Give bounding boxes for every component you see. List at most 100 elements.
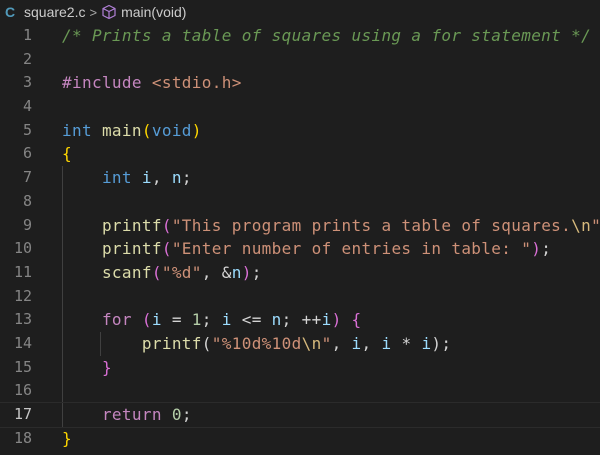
indent-guide xyxy=(62,379,63,403)
line-number: 8 xyxy=(22,191,32,210)
code-token: ( xyxy=(141,120,152,140)
code-token: printf xyxy=(141,333,202,353)
code-line[interactable]: 12 xyxy=(0,284,600,309)
code-token: printf xyxy=(101,239,162,259)
line-number: 14 xyxy=(13,333,32,352)
code-text: scanf("%d", &n); xyxy=(62,261,262,285)
code-token: int xyxy=(62,120,92,140)
code-area[interactable]: 1 /* Prints a table of squares using a fo… xyxy=(0,24,600,450)
code-token: } xyxy=(62,428,72,448)
code-token: ; xyxy=(441,333,452,353)
line-number: 18 xyxy=(13,428,32,447)
code-token: , xyxy=(331,333,352,353)
line-number: 3 xyxy=(22,73,32,92)
breadcrumb-symbol[interactable]: main(void) xyxy=(121,4,186,20)
line-number: 5 xyxy=(22,120,32,139)
code-token: i xyxy=(221,310,232,330)
code-token: ; xyxy=(541,239,552,259)
code-token: ; xyxy=(181,168,192,188)
code-editor[interactable]: C square2.c > main(void) 1/* Prints a ta… xyxy=(0,0,600,455)
line-number: 9 xyxy=(22,215,32,234)
code-token: ( xyxy=(161,239,172,259)
code-token: } xyxy=(101,357,112,377)
code-token: = xyxy=(161,310,192,330)
code-line[interactable]: 17 return 0; xyxy=(0,402,600,428)
code-line[interactable]: 14 printf("%10d%10d\n", i, i * i); xyxy=(0,331,600,356)
code-line[interactable]: 5 int main(void) xyxy=(0,119,600,143)
code-line[interactable]: 1 /* Prints a table of squares using a fo… xyxy=(0,24,600,48)
breadcrumb: C square2.c > main(void) xyxy=(0,0,600,24)
code-token: " xyxy=(321,333,332,353)
code-token: , & xyxy=(201,262,232,282)
code-token: n xyxy=(231,262,242,282)
line-number: 4 xyxy=(22,97,32,116)
code-token: "%d" xyxy=(161,262,202,282)
code-line[interactable]: 7 int i, n; xyxy=(0,166,600,190)
code-token: 0 xyxy=(171,405,182,424)
line-number: 11 xyxy=(13,262,32,281)
code-line[interactable]: 9 printf("This program prints a table of… xyxy=(0,213,600,238)
code-token: ( xyxy=(151,262,162,282)
code-text: int main(void) xyxy=(62,119,202,143)
code-token: \n xyxy=(571,215,592,235)
breadcrumb-separator: > xyxy=(89,4,98,20)
code-token: \n xyxy=(301,333,322,353)
code-token: return xyxy=(101,405,162,424)
code-token: void xyxy=(151,120,192,140)
code-token: ; xyxy=(201,310,222,330)
code-token: scanf xyxy=(101,262,152,282)
code-token: printf xyxy=(101,215,162,235)
code-token: n xyxy=(171,168,182,188)
code-token: ( xyxy=(161,215,172,235)
code-token: * xyxy=(391,333,422,353)
code-token: i xyxy=(321,310,332,330)
line-number: 10 xyxy=(13,239,32,258)
code-token: ) xyxy=(191,120,202,140)
code-token: ( xyxy=(201,333,212,353)
code-token: "Enter number of entries in table: " xyxy=(171,239,532,259)
code-token: #include xyxy=(62,73,152,93)
code-line[interactable]: 11 scanf("%d", &n); xyxy=(0,260,600,285)
code-line[interactable]: 6{ xyxy=(0,142,600,166)
code-line[interactable]: 8 xyxy=(0,189,600,214)
code-line[interactable]: 16 xyxy=(0,379,600,403)
line-number: 6 xyxy=(22,144,32,163)
breadcrumb-file[interactable]: square2.c xyxy=(24,4,85,20)
code-token: int xyxy=(101,168,132,188)
code-line[interactable]: 15 } xyxy=(0,355,600,380)
line-number: 17 xyxy=(13,405,32,423)
code-line[interactable]: 10 printf("Enter number of entries in ta… xyxy=(0,237,600,261)
code-token: , xyxy=(361,333,382,353)
code-line[interactable]: 3 #include <stdio.h> xyxy=(0,71,600,95)
code-text: } xyxy=(62,356,112,380)
code-token: "%10d%10d xyxy=(211,333,302,353)
code-line[interactable]: 4 xyxy=(0,95,600,119)
code-text: return 0; xyxy=(62,403,192,427)
line-number: 2 xyxy=(22,49,32,68)
code-line[interactable]: 2 xyxy=(0,48,600,72)
line-number: 12 xyxy=(13,286,32,305)
code-token: " xyxy=(591,216,600,235)
code-text: printf("%10d%10d\n", i, i * i); xyxy=(62,332,451,356)
code-text: } xyxy=(62,427,72,451)
code-token: { xyxy=(62,144,72,164)
code-line[interactable]: 18} xyxy=(0,427,600,451)
code-token: i xyxy=(351,333,362,353)
code-text: /* Prints a table of squares using a for… xyxy=(62,24,591,48)
code-token: <stdio.h> xyxy=(151,73,242,93)
code-line[interactable]: 13 for (i = 1; i <= n; ++i) { xyxy=(0,308,600,332)
code-token: n xyxy=(271,310,282,330)
code-token: ) xyxy=(331,310,342,330)
code-text: { xyxy=(62,142,72,166)
line-number: 7 xyxy=(22,168,32,187)
code-token: i xyxy=(141,168,152,188)
line-number: 15 xyxy=(13,357,32,376)
code-token: ) xyxy=(241,262,252,282)
